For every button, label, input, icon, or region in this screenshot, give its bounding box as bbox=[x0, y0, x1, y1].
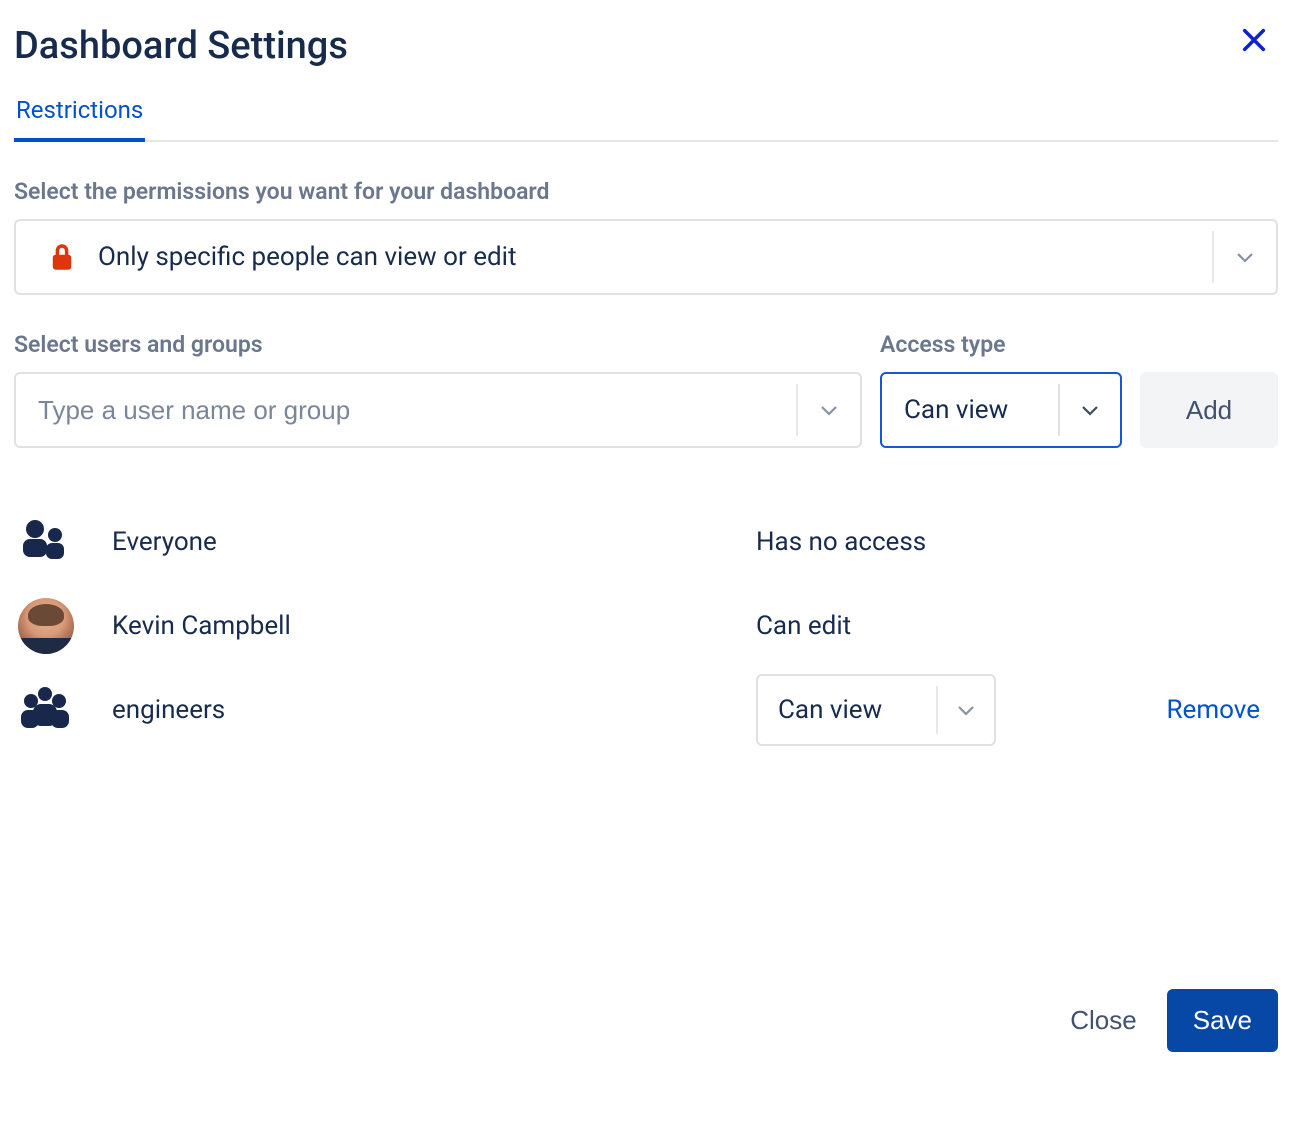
permission-select-label: Select the permissions you want for your… bbox=[14, 178, 1278, 205]
permission-row-access: Can edit bbox=[756, 611, 1014, 641]
chevron-down-icon bbox=[1058, 384, 1120, 436]
avatar bbox=[18, 598, 74, 654]
permission-row-name: Everyone bbox=[100, 527, 756, 557]
row-access-select[interactable]: Can view bbox=[756, 674, 996, 746]
close-button[interactable]: Close bbox=[1048, 989, 1158, 1052]
chevron-down-icon bbox=[796, 384, 860, 436]
add-button[interactable]: Add bbox=[1140, 372, 1278, 448]
people-icon bbox=[18, 517, 68, 567]
dialog-footer: Close Save bbox=[1048, 989, 1278, 1052]
lock-icon bbox=[48, 242, 76, 272]
close-dialog-button[interactable] bbox=[1230, 16, 1278, 64]
save-button[interactable]: Save bbox=[1167, 989, 1278, 1052]
remove-link[interactable]: Remove bbox=[1167, 695, 1260, 725]
permissions-list: Everyone Has no access Kevin Campbell Ca… bbox=[14, 500, 1278, 752]
access-type-label: Access type bbox=[880, 331, 1122, 358]
permission-row-name: Kevin Campbell bbox=[100, 611, 756, 641]
dialog-title: Dashboard Settings bbox=[14, 24, 348, 68]
permission-row-everyone: Everyone Has no access bbox=[14, 500, 1278, 584]
permission-row-user: Kevin Campbell Can edit bbox=[14, 584, 1278, 668]
permission-row-group: engineers Can view Remove bbox=[14, 668, 1278, 752]
user-picker[interactable] bbox=[14, 372, 862, 448]
dashboard-settings-dialog: Dashboard Settings Restrictions Select t… bbox=[0, 0, 1292, 752]
dialog-header: Dashboard Settings bbox=[14, 16, 1278, 68]
access-type-value: Can view bbox=[882, 395, 1008, 425]
row-access-value: Can view bbox=[758, 695, 882, 725]
permission-row-name: engineers bbox=[100, 695, 756, 725]
chevron-down-icon bbox=[936, 686, 994, 734]
user-picker-input[interactable] bbox=[16, 395, 770, 426]
tab-restrictions[interactable]: Restrictions bbox=[14, 96, 145, 142]
add-access-row: Select users and groups Access type Can … bbox=[14, 331, 1278, 448]
close-icon bbox=[1240, 42, 1268, 57]
user-picker-label: Select users and groups bbox=[14, 331, 862, 358]
group-icon bbox=[18, 684, 72, 736]
permission-select-value: Only specific people can view or edit bbox=[98, 242, 517, 272]
permission-select[interactable]: Only specific people can view or edit bbox=[14, 219, 1278, 295]
chevron-down-icon bbox=[1212, 231, 1276, 283]
access-type-select[interactable]: Can view bbox=[880, 372, 1122, 448]
permission-row-access: Has no access bbox=[756, 527, 1014, 557]
tabs: Restrictions bbox=[14, 96, 1278, 142]
